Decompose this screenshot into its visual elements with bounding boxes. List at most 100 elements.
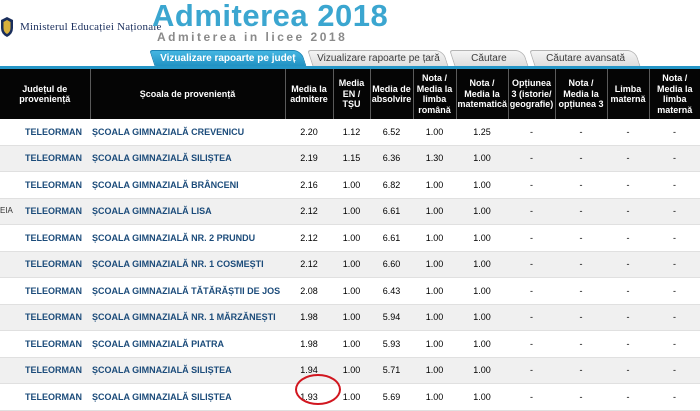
county-wrap: TELEORMAN	[0, 392, 90, 402]
table-row[interactable]: TELEORMAN ȘCOALA GIMNAZIALĂ PIATRA 1.98 1.0…	[0, 330, 700, 358]
col-header-math[interactable]: Nota / Media la matematică	[456, 69, 509, 119]
tab-label: Vizualizare rapoarte pe țară	[316, 53, 440, 64]
county-link[interactable]: TELEORMAN	[25, 127, 82, 137]
cell-county[interactable]: TELEORMAN	[0, 224, 90, 252]
county-wrap: TELEORMAN	[0, 286, 90, 296]
table-row[interactable]: TELEORMAN ȘCOALA GIMNAZIALĂ TĂTĂRĂȘTII DE…	[0, 277, 700, 305]
table-row[interactable]: TELEORMAN ȘCOALA GIMNAZIALĂ SILIȘTEA 1.94 1…	[0, 357, 700, 384]
county-link[interactable]: TELEORMAN	[25, 365, 82, 375]
cell-en-avg: 1.00	[333, 357, 370, 384]
col-header-native-language[interactable]: Limba maternă	[607, 69, 650, 119]
tab-reports-country[interactable]: Vizualizare rapoarte pe țară	[307, 50, 449, 67]
cell-school[interactable]: ȘCOALA GIMNAZIALĂ PIATRA	[90, 330, 285, 358]
col-header-en-avg[interactable]: Media EN / TȘU	[333, 69, 371, 119]
cell-option3-grade: -	[555, 251, 607, 278]
cell-en-avg: 1.00	[333, 171, 370, 199]
col-header-option3-grade[interactable]: Nota / Media la opțiunea 3	[555, 69, 608, 119]
county-link[interactable]: TELEORMAN	[25, 180, 82, 190]
cell-county[interactable]: TELEORMAN	[0, 277, 90, 305]
county-wrap: TELEORMAN	[0, 127, 90, 137]
cell-school[interactable]: ȘCOALA GIMNAZIALĂ BRÂNCENI	[90, 171, 285, 199]
cell-county[interactable]: TELEORMAN	[0, 145, 90, 172]
cell-en-avg: 1.00	[333, 224, 370, 252]
tab-label: Căutare	[471, 53, 507, 64]
cell-school[interactable]: ȘCOALA GIMNAZIALĂ TĂTĂRĂȘTII DE JOS	[90, 277, 285, 305]
cell-graduation-avg: 6.36	[370, 145, 413, 172]
cell-native-language-grade: -	[649, 330, 700, 358]
cell-graduation-avg: 5.71	[370, 357, 413, 384]
col-header-native-language-grade[interactable]: Nota / Media la limba maternă	[649, 69, 700, 119]
cell-option3-grade: -	[555, 383, 607, 411]
table-row[interactable]: TELEORMAN ȘCOALA GIMNAZIALĂ NR. 2 PRUNDU 2…	[0, 224, 700, 252]
county-wrap: TELEORMAN	[0, 259, 90, 269]
cell-school[interactable]: ȘCOALA GIMNAZIALĂ NR. 1 COSMEȘTI	[90, 251, 285, 278]
tab-label: Vizualizare rapoarte pe județ	[160, 53, 296, 64]
cell-native-language: -	[607, 330, 649, 358]
cell-math: 1.00	[456, 198, 508, 225]
cell-school[interactable]: ȘCOALA GIMNAZIALĂ NR. 1 MĂRZĂNEȘTI	[90, 304, 285, 331]
cell-option3-grade: -	[555, 277, 607, 305]
tab-advanced-search[interactable]: Căutare avansată	[529, 50, 641, 67]
table-row[interactable]: TELEORMAN ȘCOALA GIMNAZIALĂ SILIȘTEA 2.19 1…	[0, 145, 700, 172]
cell-option3-grade: -	[555, 119, 607, 146]
cell-graduation-avg: 6.61	[370, 198, 413, 225]
county-link[interactable]: TELEORMAN	[25, 153, 82, 163]
cell-romanian: 1.00	[413, 251, 456, 278]
cell-native-language-grade: -	[649, 224, 700, 252]
county-link[interactable]: TELEORMAN	[25, 233, 82, 243]
ministry-logo[interactable]: Ministerul Educației Naționale	[0, 16, 162, 38]
tab-reports-county[interactable]: Vizualizare rapoarte pe județ	[149, 50, 307, 67]
col-header-school[interactable]: Școala de proveniență	[90, 69, 286, 119]
cell-school[interactable]: ȘCOALA GIMNAZIALĂ SILIȘTEA	[90, 383, 285, 411]
cell-romanian: 1.30	[413, 145, 456, 172]
col-header-romanian[interactable]: Nota / Media la limba română	[413, 69, 457, 119]
tab-label: Căutare avansată	[545, 53, 625, 64]
county-link[interactable]: TELEORMAN	[25, 259, 82, 269]
cell-math: 1.00	[456, 383, 508, 411]
table-row[interactable]: TELEORMAN ȘCOALA GIMNAZIALĂ NR. 1 COSMEȘT…	[0, 251, 700, 278]
page-title: Admiterea 2018	[152, 0, 389, 33]
cell-option3: -	[508, 145, 555, 172]
cell-county[interactable]: TELEORMAN	[0, 383, 90, 411]
county-link[interactable]: TELEORMAN	[25, 206, 82, 216]
table-row[interactable]: TELEORMAN ȘCOALA GIMNAZIALĂ CREVENICU 2.20…	[0, 119, 700, 146]
cell-option3: -	[508, 330, 555, 358]
cell-county[interactable]: TELEORMAN	[0, 357, 90, 384]
table-row[interactable]: EIA TELEORMAN ȘCOALA GIMNAZIALĂ LISA 2.12 1.…	[0, 198, 700, 225]
cell-school[interactable]: ȘCOALA GIMNAZIALĂ LISA	[90, 198, 285, 225]
cell-option3-grade: -	[555, 330, 607, 358]
table-row[interactable]: TELEORMAN ȘCOALA GIMNAZIALĂ NR. 1 MĂRZĂNE…	[0, 304, 700, 331]
county-link[interactable]: TELEORMAN	[25, 392, 82, 402]
county-link[interactable]: TELEORMAN	[25, 312, 82, 322]
cell-county[interactable]: EIA TELEORMAN	[0, 198, 90, 225]
cell-county[interactable]: TELEORMAN	[0, 171, 90, 199]
cell-school[interactable]: ȘCOALA GIMNAZIALĂ CREVENICU	[90, 119, 285, 146]
tab-search[interactable]: Căutare	[449, 50, 529, 67]
cell-option3-grade: -	[555, 357, 607, 384]
cell-graduation-avg: 6.60	[370, 251, 413, 278]
col-header-option3[interactable]: Opțiunea 3 (istorie/ geografie)	[508, 69, 556, 119]
col-header-graduation-avg[interactable]: Media de absolvire	[370, 69, 414, 119]
cell-admission-avg: 2.16	[285, 171, 333, 199]
col-header-admission-avg[interactable]: Media la admitere	[285, 69, 334, 119]
cell-school[interactable]: ȘCOALA GIMNAZIALĂ SILIȘTEA	[90, 145, 285, 172]
county-link[interactable]: TELEORMAN	[25, 286, 82, 296]
cell-graduation-avg: 5.93	[370, 330, 413, 358]
cell-math: 1.00	[456, 357, 508, 384]
cell-option3-grade: -	[555, 171, 607, 199]
cell-county[interactable]: TELEORMAN	[0, 304, 90, 331]
county-link[interactable]: TELEORMAN	[25, 339, 82, 349]
cell-school[interactable]: ȘCOALA GIMNAZIALĂ NR. 2 PRUNDU	[90, 224, 285, 252]
cell-native-language-grade: -	[649, 119, 700, 146]
table-row[interactable]: TELEORMAN ȘCOALA GIMNAZIALĂ BRÂNCENI 2.16 1…	[0, 171, 700, 199]
cell-school[interactable]: ȘCOALA GIMNAZIALĂ SILIȘTEA	[90, 357, 285, 384]
county-wrap: TELEORMAN	[0, 312, 90, 322]
table-row[interactable]: TELEORMAN ȘCOALA GIMNAZIALĂ SILIȘTEA 1.93 1…	[0, 383, 700, 411]
cell-county[interactable]: TELEORMAN	[0, 119, 90, 146]
results-table-wrap: Județul de proveniență Școala de proveni…	[0, 69, 700, 411]
cell-county[interactable]: TELEORMAN	[0, 330, 90, 358]
col-header-county[interactable]: Județul de proveniență	[0, 69, 91, 119]
cell-romanian: 1.00	[413, 224, 456, 252]
cell-admission-avg: 1.93	[285, 383, 333, 411]
cell-county[interactable]: TELEORMAN	[0, 251, 90, 278]
